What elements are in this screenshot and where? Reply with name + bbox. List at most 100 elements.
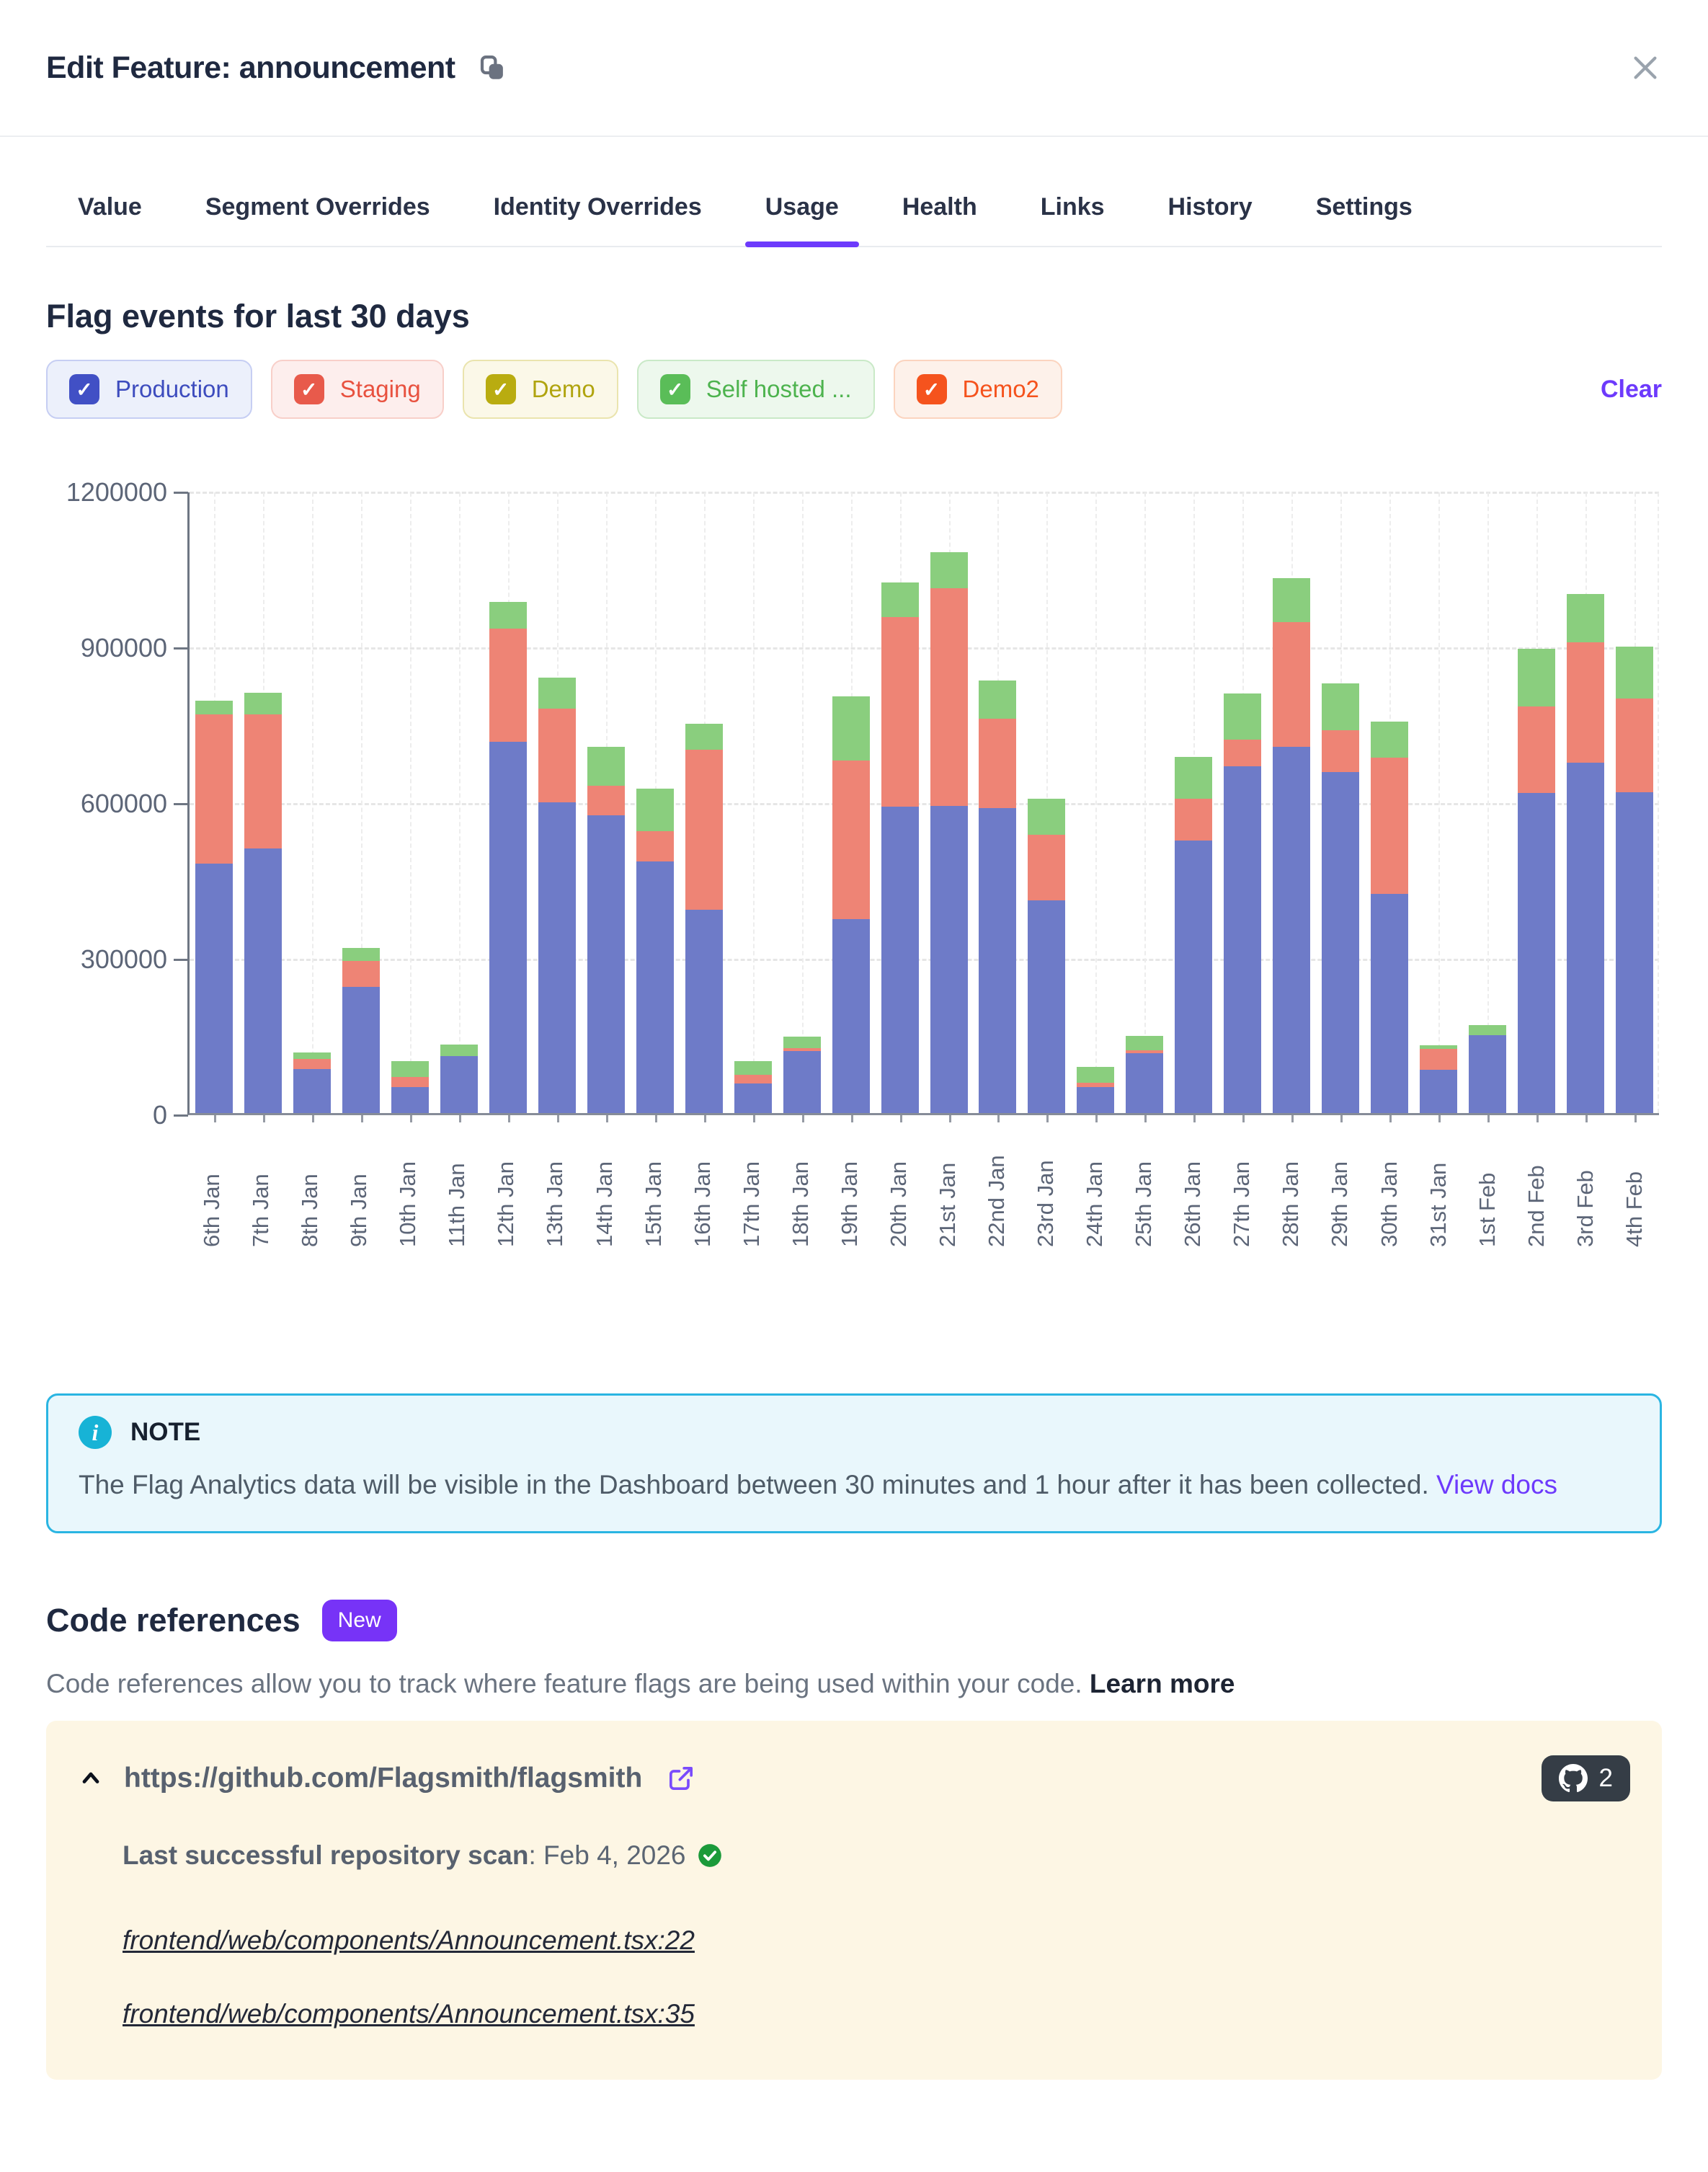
bar-2nd-feb [1518,649,1555,1113]
x-axis-cell: 28th Jan [1266,1127,1315,1247]
bar-segment-staging [195,714,233,864]
x-axis-tick [312,1115,314,1122]
bar-segment-self-hosted [342,948,380,961]
x-axis-tick [704,1115,706,1122]
bar-slot [827,492,876,1113]
file-reference-link[interactable]: frontend/web/components/Announcement.tsx… [123,1999,695,2029]
bar-segment-self-hosted [881,582,919,617]
close-button[interactable] [1629,51,1662,84]
repository-url-link[interactable]: https://github.com/Flagsmith/flagsmith [124,1763,642,1794]
scan-date: : Feb 4, 2026 [528,1840,685,1870]
collapse-button[interactable] [78,1765,104,1791]
x-axis-label: 3rd Feb [1573,1127,1598,1247]
bar-slot [288,492,337,1113]
bar-segment-self-hosted [440,1045,478,1056]
bar-segment-production [881,807,919,1113]
env-filter-staging[interactable]: ✓Staging [271,360,444,419]
bar-22nd-jan [979,681,1016,1113]
x-axis-label: 30th Jan [1376,1127,1402,1247]
env-filter-production[interactable]: ✓Production [46,360,252,419]
y-axis-label: 0 [46,1099,167,1131]
bar-slot [631,492,680,1113]
code-references-description: Code references allow you to track where… [46,1669,1662,1699]
bar-segment-self-hosted [1322,683,1359,730]
plot-area [187,492,1659,1115]
bar-segment-self-hosted [1518,649,1555,706]
tab-segment-overrides[interactable]: Segment Overrides [174,179,462,246]
gridline-vertical [753,492,755,1113]
bar-segment-self-hosted [1371,722,1408,758]
gridline-vertical [1438,492,1440,1113]
bar-segment-production [587,815,625,1113]
bar-segment-self-hosted [587,747,625,786]
tab-settings[interactable]: Settings [1284,179,1444,246]
bar-slot [1267,492,1316,1113]
x-axis-cell: 6th Jan [187,1127,236,1247]
copy-icon[interactable] [477,53,507,83]
note-body: The Flag Analytics data will be visible … [79,1463,1629,1507]
tab-usage[interactable]: Usage [734,179,871,246]
bar-14th-jan [587,747,625,1113]
bar-segment-production [1175,841,1212,1113]
scan-status-row: Last successful repository scan: Feb 4, … [123,1840,1630,1871]
new-badge: New [322,1600,397,1641]
x-axis-tick [753,1115,755,1122]
bar-slot [1120,492,1169,1113]
x-axis-cell: 27th Jan [1217,1127,1266,1247]
bar-31st-jan [1420,1045,1457,1113]
x-axis-cell: 1st Feb [1463,1127,1512,1247]
bar-slot [1463,492,1512,1113]
x-axis-label: 29th Jan [1327,1127,1353,1247]
bar-segment-staging [1322,730,1359,772]
clear-button[interactable]: Clear [1601,376,1662,404]
tab-identity-overrides[interactable]: Identity Overrides [462,179,734,246]
tab-health[interactable]: Health [871,179,1009,246]
x-axis-label: 18th Jan [788,1127,814,1247]
view-docs-link[interactable]: View docs [1436,1470,1557,1499]
bar-segment-staging [979,719,1016,808]
x-axis-label: 8th Jan [297,1127,323,1247]
bar-slot [435,492,484,1113]
x-axis-cell: 16th Jan [678,1127,727,1247]
bar-slot [1512,492,1561,1113]
bar-segment-production [293,1069,331,1113]
x-axis-tick [1536,1115,1539,1122]
bar-segment-self-hosted [1616,647,1653,699]
bar-segment-production [1518,793,1555,1113]
x-axis-cell: 21st Jan [923,1127,972,1247]
x-axis-cell: 29th Jan [1315,1127,1364,1247]
bar-segment-staging [1567,642,1604,763]
bar-slot [1414,492,1463,1113]
github-count-badge[interactable]: 2 [1542,1755,1630,1801]
bar-segment-production [342,987,380,1113]
code-references-title: Code references [46,1602,301,1639]
x-axis-label: 15th Jan [641,1127,667,1247]
env-filter-demo2[interactable]: ✓Demo2 [894,360,1062,419]
x-axis-label: 7th Jan [248,1127,274,1247]
file-reference-link[interactable]: frontend/web/components/Announcement.tsx… [123,1925,695,1956]
x-axis-label: 12th Jan [493,1127,519,1247]
env-filter-label: Self hosted ... [706,376,852,403]
tab-value[interactable]: Value [46,179,174,246]
env-filter-demo[interactable]: ✓Demo [463,360,618,419]
bar-slot [1316,492,1365,1113]
bar-slot [680,492,729,1113]
x-axis-cell: 3rd Feb [1561,1127,1610,1247]
tab-links[interactable]: Links [1009,179,1137,246]
x-axis-tick [802,1115,804,1122]
tab-history[interactable]: History [1137,179,1284,246]
bar-segment-staging [734,1075,772,1083]
bar-segment-self-hosted [1077,1067,1114,1083]
learn-more-link[interactable]: Learn more [1090,1669,1235,1698]
bar-segment-self-hosted [244,693,282,714]
open-external-button[interactable] [667,1764,695,1793]
bar-slot [582,492,631,1113]
x-axis-tick [1291,1115,1294,1122]
modal-header: Edit Feature: announcement [0,0,1708,137]
bar-segment-staging [832,761,870,919]
env-filter-self-hosted[interactable]: ✓Self hosted ... [637,360,875,419]
x-axis-tick [949,1115,951,1122]
bar-24th-jan [1077,1067,1114,1113]
bar-segment-staging [636,831,674,861]
env-filter-label: Staging [340,376,421,403]
